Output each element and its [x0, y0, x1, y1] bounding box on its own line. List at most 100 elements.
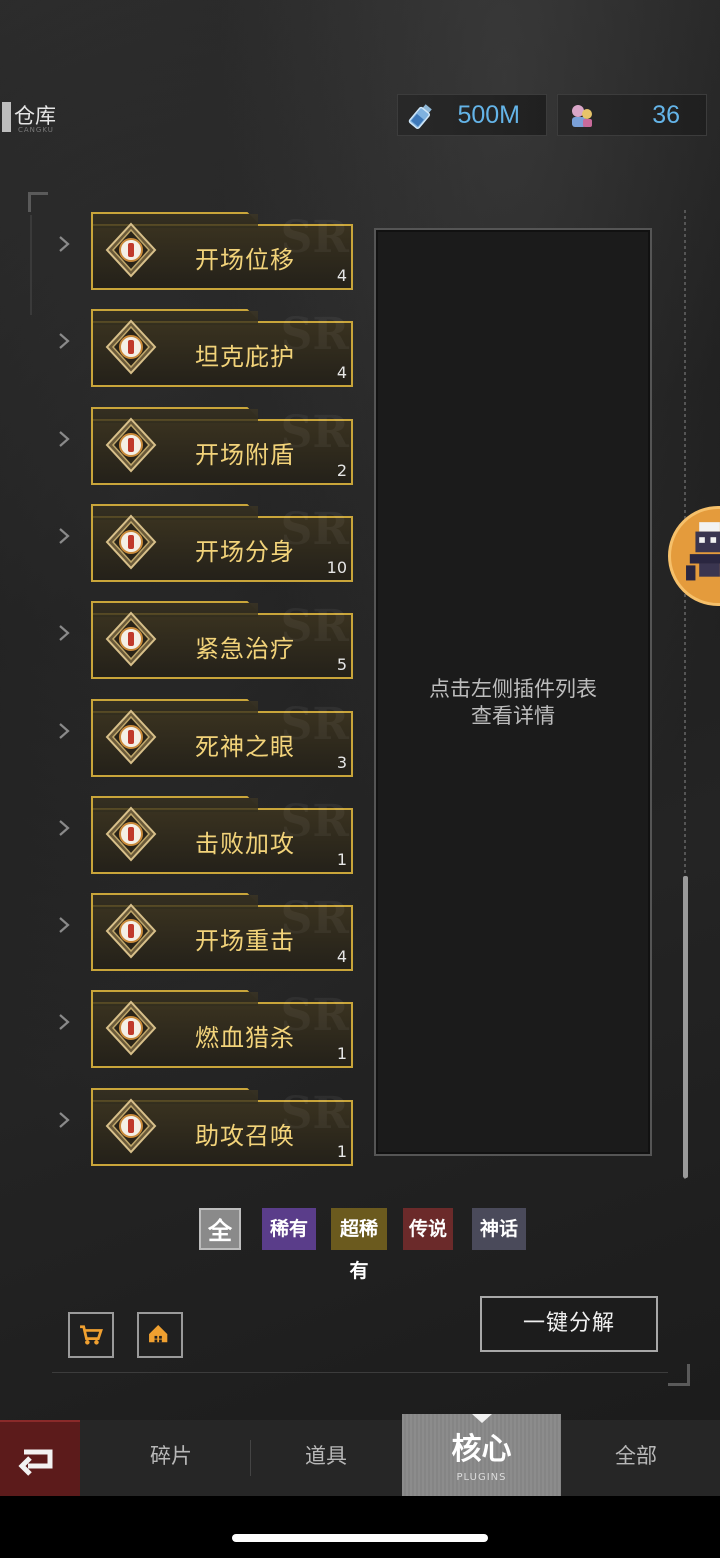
one-click-decompose-button[interactable]: 一键分解: [480, 1296, 658, 1352]
frame-corner-top-left: [28, 192, 48, 212]
chevron-right-icon: [59, 431, 70, 447]
plugin-name: 开场位移: [195, 246, 295, 274]
heavy-strike-icon: [105, 903, 157, 959]
shopping-cart-icon: [80, 1325, 103, 1345]
heal-heart-icon: [105, 611, 157, 667]
tab-all[interactable]: 全部: [561, 1420, 711, 1496]
reaper-eye-icon: [105, 709, 157, 765]
active-tab-indicator: [472, 1414, 492, 1423]
plugin-name: 开场重击: [195, 927, 295, 955]
plugin-card[interactable]: SR 助攻召唤 1: [91, 1088, 353, 1168]
chevron-right-icon: [59, 917, 70, 933]
plugin-row[interactable]: SR 开场分身 10: [0, 504, 370, 584]
frame-corner-bottom-right: [668, 1364, 690, 1386]
chevron-right-icon: [59, 528, 70, 544]
detail-hint-line1: 点击左侧插件列表: [429, 677, 597, 701]
chevron-right-icon: [59, 723, 70, 739]
plugin-card[interactable]: SR 开场位移 4: [91, 212, 353, 292]
plugin-count: 4: [336, 363, 347, 382]
plugin-count: 1: [336, 1044, 347, 1063]
plugin-row[interactable]: SR 开场重击 4: [0, 893, 370, 973]
tab-items[interactable]: 道具: [250, 1420, 402, 1496]
detail-hint-line2: 查看详情: [471, 704, 555, 728]
plugin-count: 4: [336, 266, 347, 285]
detail-hint: 点击左侧插件列表 查看详情: [376, 676, 650, 730]
title-accent-bar: [2, 102, 11, 132]
currency-character[interactable]: 36: [557, 94, 707, 136]
tab-core-label: 核心: [451, 1432, 512, 1467]
bottom-tab-bar: 碎片 道具 核心 PLUGINS 全部: [0, 1414, 720, 1496]
warehouse-screen: 仓库 CANGKU 500M 36 SR 开场位移 4 SR 坦克庇护 4 SR 开场附盾 2 S…: [0, 0, 720, 1558]
plugin-row[interactable]: SR 坦克庇护 4: [0, 309, 370, 389]
plugin-row[interactable]: SR 死神之眼 3: [0, 699, 370, 779]
chevron-right-icon: [59, 333, 70, 349]
plugin-card[interactable]: SR 燃血猎杀 1: [91, 990, 353, 1070]
plugin-card[interactable]: SR 开场重击 4: [91, 893, 353, 973]
plugin-card[interactable]: SR 死神之眼 3: [91, 699, 353, 779]
blood-hunt-icon: [105, 1000, 157, 1056]
back-button[interactable]: [0, 1420, 80, 1496]
plugin-count: 1: [336, 850, 347, 869]
currency-gold[interactable]: 500M: [397, 94, 547, 136]
plugin-name: 击败加攻: [195, 830, 295, 858]
plugin-row[interactable]: SR 助攻召唤 1: [0, 1088, 370, 1168]
plugin-detail-panel: 点击左侧插件列表 查看详情: [374, 228, 652, 1156]
plugin-row[interactable]: SR 紧急治疗 5: [0, 601, 370, 681]
plugin-card[interactable]: SR 坦克庇护 4: [91, 309, 353, 389]
currency-character-value: 36: [652, 101, 680, 129]
plugin-count: 3: [336, 753, 347, 772]
plugin-count: 10: [326, 558, 347, 577]
scrollbar-thumb[interactable]: [683, 876, 688, 1178]
dash-move-icon: [105, 222, 157, 278]
house-icon: [149, 1324, 168, 1343]
clone-icon: [105, 514, 157, 570]
plugin-row[interactable]: SR 开场位移 4: [0, 212, 370, 292]
chevron-right-icon: [59, 625, 70, 641]
plugin-count: 2: [336, 461, 347, 480]
rarity-filter-chip[interactable]: 稀有: [262, 1208, 316, 1250]
system-home-area: [0, 1496, 720, 1558]
home-button[interactable]: [137, 1312, 183, 1358]
summon-icon: [105, 1098, 157, 1154]
assistant-avatar-button[interactable]: [668, 506, 720, 606]
rarity-filter-chip[interactable]: 神话: [472, 1208, 526, 1250]
chevron-right-icon: [59, 1014, 70, 1030]
plugin-name: 紧急治疗: [195, 635, 295, 663]
plugin-row[interactable]: SR 击败加攻 1: [0, 796, 370, 876]
home-indicator[interactable]: [232, 1534, 488, 1542]
shop-button[interactable]: [68, 1312, 114, 1358]
plugin-name: 开场分身: [195, 538, 295, 566]
rarity-filter-chip[interactable]: 全: [199, 1208, 241, 1250]
character-token-icon: [572, 105, 592, 127]
plugin-count: 1: [336, 1142, 347, 1161]
plugin-name: 坦克庇护: [195, 343, 295, 371]
plugin-card[interactable]: SR 开场附盾 2: [91, 407, 353, 487]
plugin-name: 死神之眼: [195, 733, 295, 761]
chevron-right-icon: [59, 1112, 70, 1128]
potion-bottle-icon: [408, 104, 432, 129]
plugin-name: 燃血猎杀: [195, 1024, 295, 1052]
plugin-count: 4: [336, 947, 347, 966]
plugin-name: 开场附盾: [195, 441, 295, 469]
currency-gold-value: 500M: [457, 101, 520, 129]
tab-core-sublabel: PLUGINS: [456, 1472, 507, 1483]
tank-shield-icon: [105, 319, 157, 375]
attack-boost-icon: [105, 806, 157, 862]
tab-core[interactable]: 核心 PLUGINS: [402, 1414, 561, 1496]
shield-icon: [105, 417, 157, 473]
plugin-row[interactable]: SR 燃血猎杀 1: [0, 990, 370, 1070]
page-subtitle: CANGKU: [18, 126, 54, 134]
tab-fragments[interactable]: 碎片: [92, 1420, 250, 1496]
robot-avatar-icon: [686, 522, 720, 581]
plugin-name: 助攻召唤: [195, 1122, 295, 1150]
plugin-row[interactable]: SR 开场附盾 2: [0, 407, 370, 487]
plugin-card[interactable]: SR 紧急治疗 5: [91, 601, 353, 681]
chevron-right-icon: [59, 236, 70, 252]
rarity-filter-chip[interactable]: 传说: [403, 1208, 453, 1250]
plugin-card[interactable]: SR 开场分身 10: [91, 504, 353, 584]
plugin-card[interactable]: SR 击败加攻 1: [91, 796, 353, 876]
chevron-right-icon: [59, 820, 70, 836]
rarity-filter-chip[interactable]: 超稀有: [331, 1208, 387, 1282]
divider-line: [52, 1372, 668, 1373]
plugin-count: 5: [336, 655, 347, 674]
